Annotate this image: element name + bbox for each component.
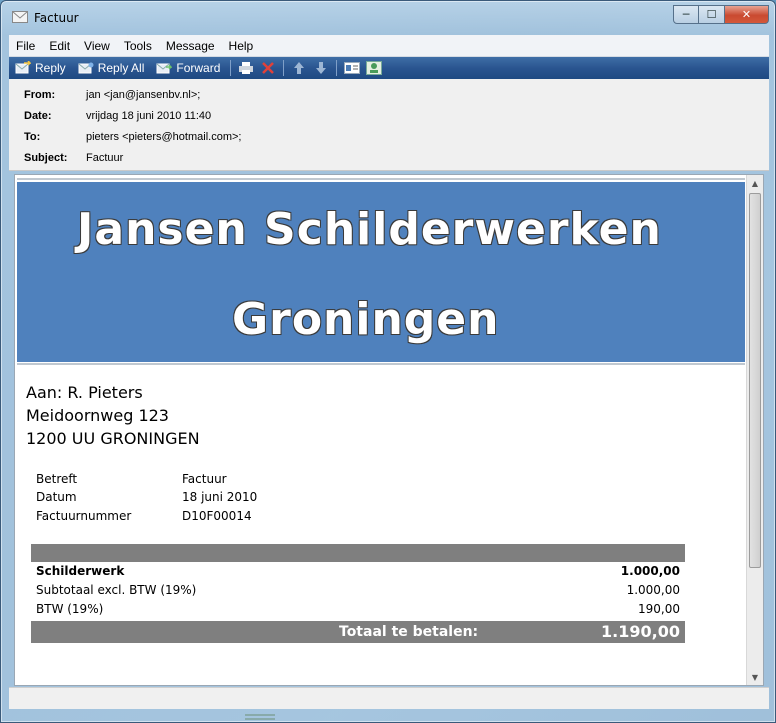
- reply-icon: [15, 61, 31, 74]
- toolbar-separator: [230, 60, 232, 76]
- company-banner: Jansen Schilderwerken Groningen: [17, 182, 745, 362]
- company-city: Groningen: [232, 294, 500, 345]
- minimize-button[interactable]: ─: [673, 5, 699, 24]
- title-bar[interactable]: Factuur ─ ☐ ✕: [1, 1, 775, 35]
- invoice-line-label: BTW (19%): [36, 602, 104, 616]
- to-label: To:: [24, 131, 41, 143]
- menu-edit[interactable]: Edit: [42, 39, 77, 53]
- scroll-thumb[interactable]: [749, 193, 761, 568]
- toolbar-separator: [336, 60, 338, 76]
- date-label: Date:: [24, 110, 52, 122]
- print-button[interactable]: [235, 57, 257, 79]
- delete-icon: [262, 62, 275, 74]
- banner-rule-bottom: [17, 363, 745, 365]
- maximize-icon: ☐: [706, 8, 717, 21]
- address-line: Meidoornweg 123: [26, 406, 169, 425]
- banner-rule-top: [17, 178, 745, 180]
- total-label: Totaal te betalen:: [339, 624, 479, 640]
- next-button[interactable]: [310, 57, 332, 79]
- address-line: 1200 UU GRONINGEN: [26, 429, 200, 448]
- status-bar: [9, 687, 769, 709]
- meta-label: Datum: [36, 490, 77, 504]
- message-header: From: jan <jan@jansenbv.nl>; Date: vrijd…: [9, 79, 769, 171]
- from-value[interactable]: jan <jan@jansenbv.nl>;: [86, 89, 200, 101]
- arrow-up-icon: [294, 62, 305, 74]
- contacts-icon: [366, 61, 383, 75]
- company-name: Jansen Schilderwerken: [77, 204, 662, 255]
- invoice-line-amount: 1.000,00: [620, 564, 680, 578]
- envelope-icon: [12, 11, 28, 23]
- meta-value: D10F00014: [182, 509, 252, 523]
- forward-icon: [156, 63, 173, 74]
- invoice-line-label: Subtotaal excl. BTW (19%): [36, 583, 197, 597]
- invoice-line-label: Schilderwerk: [36, 564, 125, 578]
- arrow-down-icon: [316, 62, 327, 74]
- message-window: Factuur ─ ☐ ✕ File Edit View Tools Messa…: [0, 0, 776, 723]
- toolbar: Reply Reply All Forward: [9, 57, 769, 79]
- subject-value: Factuur: [86, 152, 124, 164]
- previous-button[interactable]: [288, 57, 310, 79]
- scroll-down-icon[interactable]: ▼: [747, 669, 763, 685]
- scroll-up-icon[interactable]: ▲: [747, 175, 763, 191]
- invoice-line-amount: 190,00: [638, 602, 680, 616]
- vertical-scrollbar[interactable]: ▲ ▼: [746, 175, 763, 685]
- resize-grip[interactable]: [245, 714, 275, 720]
- date-value: vrijdag 18 juni 2010 11:40: [86, 110, 212, 122]
- minimize-icon: ─: [682, 8, 690, 21]
- reply-label: Reply: [35, 61, 66, 75]
- message-body[interactable]: Jansen Schilderwerken Groningen Aan: R. …: [14, 174, 764, 686]
- forward-label: Forward: [176, 61, 221, 75]
- print-icon: [239, 62, 254, 74]
- address-line: Aan: R. Pieters: [26, 383, 143, 402]
- menu-message[interactable]: Message: [159, 39, 222, 53]
- menu-bar: File Edit View Tools Message Help: [9, 35, 769, 57]
- menu-view[interactable]: View: [77, 39, 117, 53]
- invoice-total-bar: Totaal te betalen: 1.190,00: [31, 621, 685, 643]
- reply-button[interactable]: Reply: [9, 57, 72, 79]
- forward-button[interactable]: Forward: [150, 57, 226, 79]
- menu-tools[interactable]: Tools: [117, 39, 159, 53]
- from-label: From:: [24, 89, 56, 101]
- to-value[interactable]: pieters <pieters@hotmail.com>;: [86, 131, 241, 143]
- meta-value: 18 juni 2010: [182, 490, 258, 504]
- contacts-button[interactable]: [363, 57, 385, 79]
- menu-help[interactable]: Help: [222, 39, 261, 53]
- reply-all-icon: [78, 62, 94, 74]
- toolbar-separator: [283, 60, 285, 76]
- total-amount: 1.190,00: [601, 622, 680, 641]
- invoice-line-amount: 1.000,00: [626, 583, 680, 597]
- window-title: Factuur: [34, 11, 79, 25]
- menu-file[interactable]: File: [9, 39, 42, 53]
- meta-value: Factuur: [182, 472, 227, 486]
- delete-button[interactable]: [257, 57, 279, 79]
- caption-buttons: ─ ☐ ✕: [673, 5, 769, 25]
- subject-label: Subject:: [24, 152, 68, 164]
- invoice-header-bar: [31, 544, 685, 562]
- close-button[interactable]: ✕: [725, 5, 769, 24]
- address-card-icon: [344, 62, 361, 74]
- close-icon: ✕: [741, 8, 752, 21]
- meta-label: Betreft: [36, 472, 78, 486]
- reply-all-button[interactable]: Reply All: [72, 57, 151, 79]
- reply-all-label: Reply All: [97, 61, 145, 75]
- meta-label: Factuurnummer: [36, 509, 132, 523]
- addresses-button[interactable]: [341, 57, 363, 79]
- maximize-button[interactable]: ☐: [699, 5, 725, 24]
